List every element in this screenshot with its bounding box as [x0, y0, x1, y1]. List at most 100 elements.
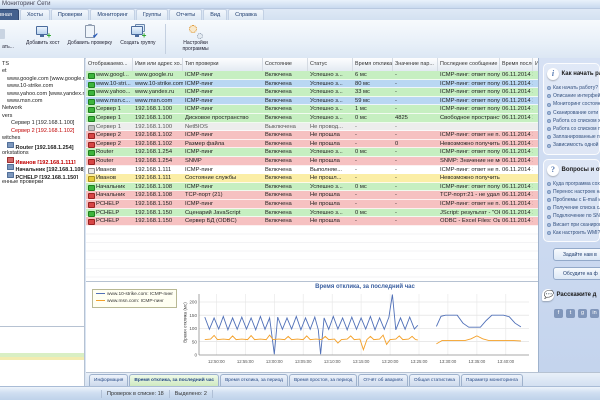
table-row[interactable]: Router 192.168.1.254 ICMP-пинг Включена …	[86, 148, 538, 157]
table-row[interactable]: Иванов 192.168.1.111 Состояние службы Вк…	[86, 174, 538, 183]
tree-item[interactable]: www.10-strike.com	[0, 83, 84, 90]
linkedin-icon[interactable]: in	[590, 309, 599, 318]
forum-button[interactable]: Обсудите на ф	[553, 267, 600, 280]
check-result-cell: Успешно з...	[308, 148, 353, 157]
faq-link[interactable]: Куда программа сохр	[547, 180, 599, 188]
svg-text:12:50:00: 12:50:00	[208, 359, 225, 364]
table-row[interactable]: Начальник 192.168.1.108 ICMP-пинг Включе…	[86, 183, 538, 192]
table-row[interactable]: www.10-stri... www.10-strike.com ICMP-пи…	[86, 80, 538, 89]
help-link[interactable]: Как начать работу?	[547, 84, 599, 92]
faq-link[interactable]: Проблемы с E-mail и S	[547, 196, 599, 204]
table-row[interactable]: Сервер 2 192.168.1.102 Размер файла Вклю…	[86, 140, 538, 149]
tree-item[interactable]: Router [192.168.1.254]	[0, 142, 84, 149]
twitter-icon[interactable]: t	[566, 309, 575, 318]
table-row[interactable]: Начальник 192.168.1.108 TCP-порт (21) Вк…	[86, 191, 538, 200]
column-header[interactable]: Имя или адрес хо...	[133, 58, 183, 71]
bottom-tab-label: Общая статистика	[414, 378, 455, 383]
menu-tab[interactable]: Вид	[203, 9, 227, 20]
help-link[interactable]: Зависимость одной пр	[547, 141, 599, 149]
table-row[interactable]: Сервер 1 192.168.1.100 NetBIOS Выключена…	[86, 123, 538, 132]
ask-question-button[interactable]: Задайте нам в	[553, 248, 600, 261]
bottom-left-panel	[0, 326, 85, 393]
help-link[interactable]: Работа со списком пр	[547, 125, 599, 133]
table-row[interactable]: PCHELP 192.168.1.150 Сервер БД (ODBC) Вк…	[86, 217, 538, 226]
table-row[interactable]: Сервер 2 192.168.1.102 ICMP-пинг Включен…	[86, 131, 538, 140]
faq-link[interactable]: Как настроить WMI?	[547, 229, 599, 237]
faq-link[interactable]: Перенос настроек на	[547, 188, 599, 196]
column-header[interactable]: Отображаемо...	[86, 58, 133, 71]
help-bullet-icon	[547, 231, 551, 235]
bottom-tab[interactable]: Время простоя, за период	[289, 374, 357, 386]
google-plus-icon[interactable]: g	[578, 309, 587, 318]
settings-button[interactable]: Настройки программы	[171, 20, 221, 58]
help-link[interactable]: Описание интерфейса	[547, 92, 599, 100]
table-row[interactable]: PCHELP 192.168.1.150 Сценарий JavaScript…	[86, 209, 538, 218]
tree-item[interactable]: Сервер 2 [192.168.1.102]	[0, 128, 84, 135]
tree-item[interactable]: Начальник [192.168.1.108]	[0, 164, 84, 171]
check-enabled-cell: Включена	[263, 157, 308, 166]
tree-item[interactable]: witches	[0, 135, 84, 142]
svg-text:200: 200	[189, 300, 197, 305]
response-time-cell: -	[353, 131, 393, 140]
bottom-tab[interactable]: Время отклика, за последний час	[129, 374, 219, 386]
tree-item[interactable]: Network	[0, 105, 84, 112]
add-check-button[interactable]: ✔ Добавить проверку	[64, 20, 117, 58]
tree-item[interactable]: vers	[0, 113, 84, 120]
faq-link[interactable]: Висает при сканирова	[547, 221, 599, 229]
tree-item[interactable]: Иванов [192.168.1.111]	[0, 157, 84, 164]
table-row[interactable]: Иванов 192.168.1.111 ICMP-пинг Включена …	[86, 166, 538, 175]
tree-item[interactable]: www.google.com [www.google.ru]	[0, 76, 84, 83]
response-time-cell: -	[353, 123, 393, 132]
menu-tab[interactable]: Справка	[228, 9, 264, 20]
bottom-tab[interactable]: Параметр мониторинга	[461, 374, 523, 386]
wizard-button[interactable]: ать...	[0, 20, 22, 58]
add-host-button[interactable]: + Добавить хост	[22, 20, 64, 58]
menu-tab[interactable]: Проверки	[51, 9, 90, 20]
facebook-icon[interactable]: f	[554, 309, 563, 318]
tree-item[interactable]: www.msn.com	[0, 98, 84, 105]
column-header[interactable]: Последнее сообщение	[438, 58, 500, 71]
table-row[interactable]: www.msn.c... www.msn.com ICMP-пинг Включ…	[86, 97, 538, 106]
table-row[interactable]: Router 192.168.1.254 SNMP Включена Не пр…	[86, 157, 538, 166]
bottom-tab[interactable]: Информация	[89, 374, 128, 386]
help-link[interactable]: Запланированные про	[547, 133, 599, 141]
column-header[interactable]: Значение пар...	[393, 58, 438, 71]
tree-item[interactable]: www.yahoo.com [www.yandex.ru]	[0, 91, 84, 98]
faq-link[interactable]: Получение списка слу	[547, 204, 599, 212]
menu-tab[interactable]: Главная	[0, 9, 19, 20]
table-row[interactable]: PCHELP 192.168.1.150 ICMP-пинг Включена …	[86, 200, 538, 209]
add-host-icon: +	[35, 24, 50, 39]
help-link[interactable]: Работа со списком хо	[547, 117, 599, 125]
menu-tab[interactable]: Отчеты	[169, 9, 202, 20]
check-type-cell: Сервер БД (ODBC)	[183, 217, 263, 226]
table-row[interactable]: www.yahoo... www.yandex.ru ICMP-пинг Вкл…	[86, 88, 538, 97]
menu-tab[interactable]: Группы	[136, 9, 168, 20]
table-row[interactable]: www.googl... www.google.ru ICMP-пинг Вкл…	[86, 71, 538, 80]
tree-item[interactable]: PCHELP [192.168.1.150]	[0, 172, 84, 179]
faq-link[interactable]: Подключение по SNM	[547, 212, 599, 220]
help-link[interactable]: Сканирование сети	[547, 109, 599, 117]
bottom-tab[interactable]: Общая статистика	[409, 374, 460, 386]
tree-item[interactable]: енные проверки	[0, 179, 84, 186]
table-row[interactable]: Сервер 1 192.168.1.100 Дисковое простран…	[86, 114, 538, 123]
menu-tab[interactable]: Мониторинг	[90, 9, 135, 20]
help-link[interactable]: Мониторинг состояни	[547, 100, 599, 108]
table-row[interactable]: Сервер 1 192.168.1.100 ICMP-пинг Включен…	[86, 105, 538, 114]
column-header[interactable]: Статус	[308, 58, 353, 71]
tree-item[interactable]: et	[0, 68, 84, 75]
column-header[interactable]: Время отклика	[353, 58, 393, 71]
menu-tab[interactable]: Хосты	[20, 9, 50, 20]
column-header[interactable]: Тип проверки	[183, 58, 263, 71]
check-name-cell: PCHELP	[86, 217, 133, 226]
param-value-cell: -	[393, 71, 438, 80]
tree-item[interactable]: TS	[0, 61, 84, 68]
tree-item[interactable]: orkstations	[0, 150, 84, 157]
column-header[interactable]: Время послед...	[500, 58, 533, 71]
column-header[interactable]: Состояние	[263, 58, 308, 71]
check-result-cell: Успешно з...	[308, 209, 353, 218]
bottom-tab[interactable]: Время отклика, за период	[220, 374, 288, 386]
param-value-cell: -	[393, 97, 438, 106]
tree-item[interactable]: Сервер 1 [192.168.1.100]	[0, 120, 84, 127]
create-group-button[interactable]: + Создать группу	[116, 20, 159, 58]
bottom-tab[interactable]: Отчёт об авариях	[358, 374, 408, 386]
